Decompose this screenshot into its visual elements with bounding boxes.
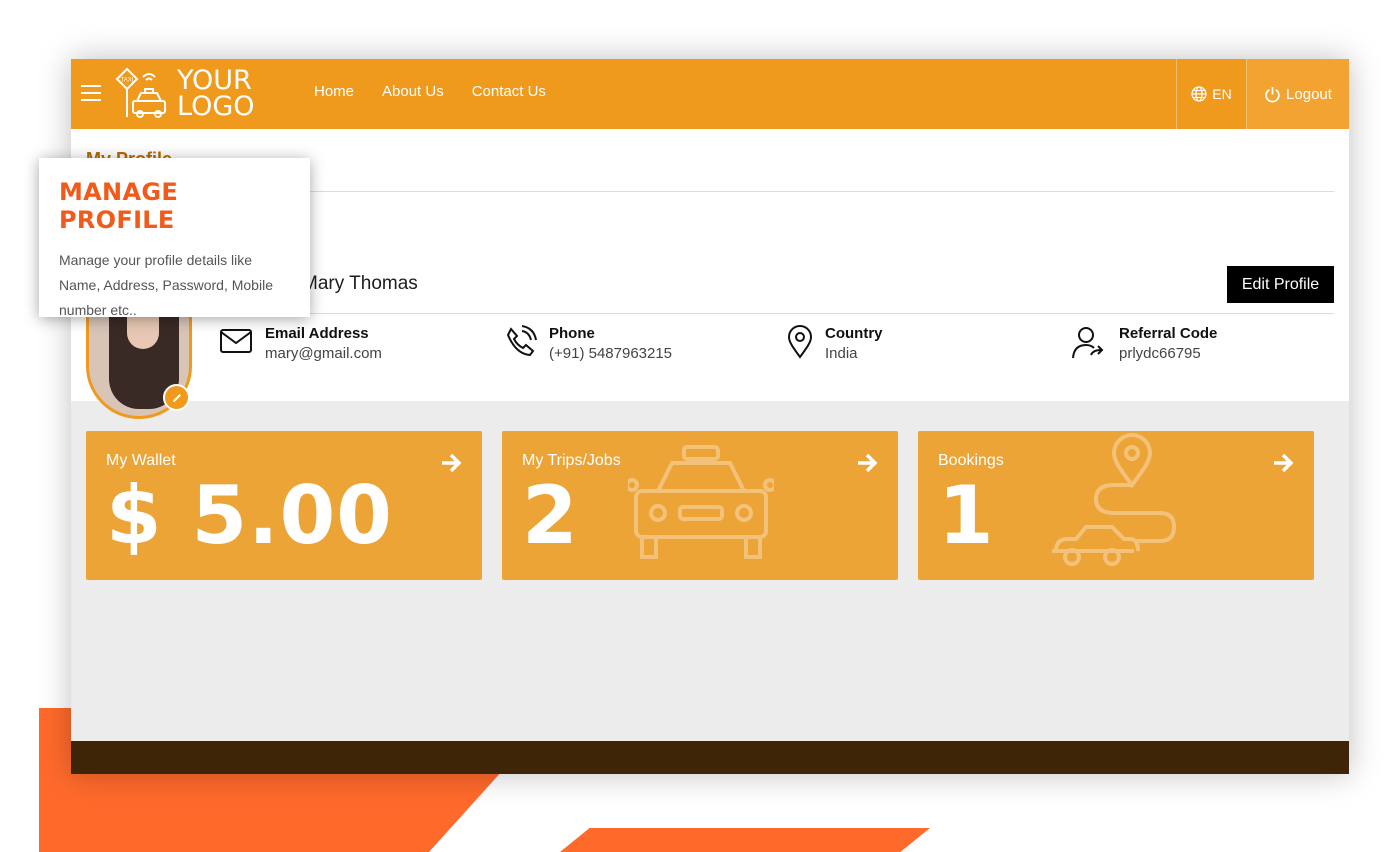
nav-about-us[interactable]: About Us <box>382 83 444 100</box>
footer <box>71 741 1349 774</box>
language-label: EN <box>1212 86 1232 102</box>
phone-value: (+91) 5487963215 <box>549 345 673 362</box>
wallet-card[interactable]: My Wallet $ 5.00 <box>86 431 482 580</box>
top-navbar: TAXI YOUR LOGO Home About Us Contact Us … <box>71 59 1349 129</box>
referral-label: Referral Code <box>1119 325 1218 342</box>
manage-profile-tooltip: MANAGE PROFILE Manage your profile detai… <box>39 158 310 318</box>
envelope-icon <box>220 329 252 353</box>
edit-profile-button[interactable]: Edit Profile <box>1227 266 1334 303</box>
country-label: Country <box>825 325 883 342</box>
car-route-icon <box>1052 433 1177 566</box>
menu-icon[interactable] <box>81 85 101 103</box>
trips-card[interactable]: My Trips/Jobs 2 <box>502 431 898 580</box>
referral-value: prlydc66795 <box>1119 345 1201 362</box>
location-pin-icon <box>787 325 813 359</box>
tooltip-body: Manage your profile details like Name, A… <box>59 252 273 318</box>
bookings-label: Bookings <box>938 452 1004 469</box>
page: TAXI YOUR LOGO Home About Us Contact Us … <box>0 0 1388 852</box>
info-email: Email Address mary@gmail.com <box>219 325 382 362</box>
logout-label: Logout <box>1286 85 1332 103</box>
arrow-right-icon[interactable] <box>440 452 462 474</box>
globe-icon <box>1191 86 1207 102</box>
country-value: India <box>825 345 858 362</box>
svg-text:TAXI: TAXI <box>121 78 134 84</box>
divider <box>211 313 1334 314</box>
logo-line-2: LOGO <box>177 91 255 122</box>
nav-home[interactable]: Home <box>314 83 354 100</box>
taxi-car-icon <box>628 445 774 559</box>
trips-label: My Trips/Jobs <box>522 452 621 469</box>
trips-value: 2 <box>522 469 579 562</box>
logo-text: YOUR LOGO <box>177 67 255 122</box>
bookings-value: 1 <box>938 469 995 562</box>
bookings-card[interactable]: Bookings 1 <box>918 431 1314 580</box>
user-name: Mary Thomas <box>302 273 418 294</box>
language-selector[interactable]: EN <box>1176 59 1246 129</box>
logout-button[interactable]: Logout <box>1246 59 1349 129</box>
tooltip-title: MANAGE PROFILE <box>59 178 179 234</box>
power-icon <box>1265 86 1280 102</box>
info-referral: Referral Code prlydc66795 <box>1071 325 1217 362</box>
nav-contact-us[interactable]: Contact Us <box>472 83 546 100</box>
logo[interactable]: TAXI YOUR LOGO <box>115 67 255 121</box>
pencil-icon[interactable] <box>163 384 190 411</box>
arrow-right-icon[interactable] <box>856 452 878 474</box>
wallet-value: $ 5.00 <box>106 469 393 562</box>
main-nav: Home About Us Contact Us <box>314 83 546 100</box>
taxi-logo-icon: TAXI <box>115 67 166 118</box>
arrow-right-icon[interactable] <box>1272 452 1294 474</box>
info-phone: Phone (+91) 5487963215 <box>503 325 672 362</box>
phone-label: Phone <box>549 325 595 342</box>
wallet-label: My Wallet <box>106 452 176 469</box>
phone-icon <box>506 325 537 357</box>
email-label: Email Address <box>265 325 369 342</box>
info-country: Country India <box>787 325 883 362</box>
referral-user-icon <box>1072 327 1104 359</box>
email-value: mary@gmail.com <box>265 345 382 362</box>
decorative-shape <box>560 828 930 852</box>
